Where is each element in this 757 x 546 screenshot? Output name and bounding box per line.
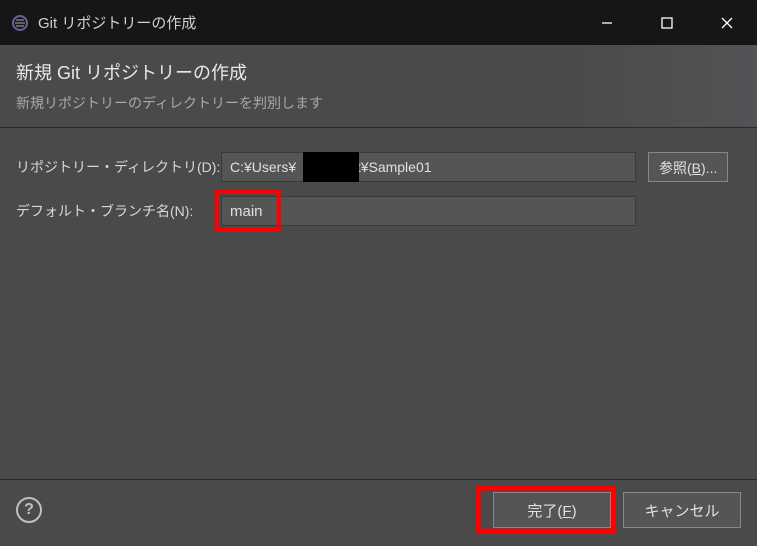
minimize-button[interactable] <box>577 0 637 45</box>
directory-label: リポジトリー・ディレクトリ(D): <box>16 157 221 177</box>
close-button[interactable] <box>697 0 757 45</box>
cancel-button[interactable]: キャンセル <box>623 492 741 528</box>
maximize-button[interactable] <box>637 0 697 45</box>
wizard-footer: ? 完了(F) キャンセル <box>0 479 757 546</box>
window-title: Git リポジトリーの作成 <box>38 12 577 33</box>
help-icon[interactable]: ? <box>16 497 42 523</box>
branch-input[interactable] <box>221 196 636 226</box>
directory-input-wrap <box>221 152 636 182</box>
form-area: リポジトリー・ディレクトリ(D): 参照(B)... デフォルト・ブランチ名(N… <box>0 128 757 479</box>
wizard-header: 新規 Git リポジトリーの作成 新規リポジトリーのディレクトリーを判別します <box>0 45 757 128</box>
page-title: 新規 Git リポジトリーの作成 <box>16 59 741 85</box>
finish-button[interactable]: 完了(F) <box>493 492 611 528</box>
window-controls <box>577 0 757 45</box>
directory-input[interactable] <box>221 152 636 182</box>
titlebar: Git リポジトリーの作成 <box>0 0 757 45</box>
page-subtitle: 新規リポジトリーのディレクトリーを判別します <box>16 93 741 113</box>
eclipse-icon <box>10 13 30 33</box>
browse-button[interactable]: 参照(B)... <box>648 152 728 182</box>
branch-label: デフォルト・ブランチ名(N): <box>16 201 221 221</box>
